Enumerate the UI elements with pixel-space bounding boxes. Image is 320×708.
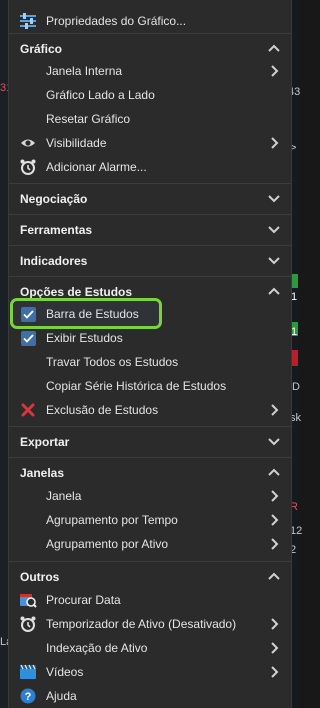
check-icon: [22, 333, 34, 343]
search-date-icon: [19, 591, 37, 609]
red-x-icon: [19, 401, 37, 419]
section-ferramentas[interactable]: Ferramentas: [9, 214, 291, 244]
chevron-right-icon: [271, 514, 279, 526]
menu-item-label: Janela Interna: [46, 64, 123, 78]
menu-item-visibilidade[interactable]: Visibilidade: [9, 131, 291, 155]
checkbox-checked[interactable]: [19, 305, 37, 323]
chevron-up-icon: [268, 468, 280, 476]
menu-item-label: Agrupamento por Ativo: [46, 537, 169, 551]
background-text: D: [292, 381, 300, 393]
chevron-right-icon: [271, 404, 279, 416]
chevron-right-icon: [271, 490, 279, 502]
svg-text:?: ?: [25, 691, 32, 703]
menu-item-label: Exibir Estudos: [46, 331, 123, 345]
menu-item-label: Gráfico Lado a Lado: [46, 88, 155, 102]
chevron-up-icon: [268, 572, 280, 580]
checkbox-checked[interactable]: [19, 329, 37, 347]
menu-item-travar-todos-os-estudos[interactable]: Travar Todos os Estudos: [9, 350, 291, 374]
section-title: Indicadores: [20, 254, 88, 268]
menu-item-label: Agrupamento por Tempo: [46, 513, 178, 527]
menu-item-janela[interactable]: Janela: [9, 484, 291, 508]
section-outros[interactable]: Outros: [9, 561, 291, 591]
chart-context-menu: Propriedades do Gráfico... Gráfico Janel…: [8, 0, 292, 708]
menu-item-janela-interna[interactable]: Janela Interna: [9, 59, 291, 83]
menu-item-barra-de-estudos[interactable]: Barra de Estudos: [9, 302, 291, 326]
alarm-clock-icon: [19, 615, 37, 633]
section-title: Negociação: [20, 192, 88, 206]
menu-item-adicionar-alarme[interactable]: Adicionar Alarme...: [9, 155, 291, 179]
menu-item-indexacao-de-ativo[interactable]: Indexação de Ativo: [9, 636, 291, 660]
menu-item-label: Indexação de Ativo: [46, 641, 148, 655]
menu-item-label: Barra de Estudos: [46, 307, 139, 321]
chevron-down-icon: [268, 195, 280, 203]
chevron-down-icon: [268, 438, 280, 446]
section-title: Gráfico: [20, 42, 63, 56]
chevron-right-icon: [271, 137, 279, 149]
alarm-clock-icon: [19, 158, 37, 176]
menu-item-exclusao-de-estudos[interactable]: Exclusão de Estudos: [9, 398, 291, 422]
check-icon: [22, 309, 34, 319]
menu-item-ajuda[interactable]: ? Ajuda: [9, 684, 291, 708]
menu-item-temporizador-de-ativo[interactable]: Temporizador de Ativo (Desativado): [9, 612, 291, 636]
menu-item-label: Janela: [46, 489, 82, 503]
chevron-down-icon: [268, 226, 280, 234]
sliders-icon: [19, 12, 37, 30]
eye-icon: [19, 134, 37, 152]
menu-item-label: Procurar Data: [46, 593, 121, 607]
chevron-right-icon: [271, 642, 279, 654]
menu-item-label: Resetar Gráfico: [46, 112, 131, 126]
chevron-right-icon: [271, 65, 279, 77]
chevron-up-icon: [268, 44, 280, 52]
chart-properties-item[interactable]: Propriedades do Gráfico...: [9, 9, 291, 33]
section-title: Janelas: [20, 466, 65, 480]
menu-item-videos[interactable]: Vídeos: [9, 660, 291, 684]
menu-item-agrupamento-por-ativo[interactable]: Agrupamento por Ativo: [9, 532, 291, 556]
section-janelas[interactable]: Janelas: [9, 457, 291, 487]
menu-item-grafico-lado-a-lado[interactable]: Gráfico Lado a Lado: [9, 83, 291, 107]
menu-item-label: Copiar Série Histórica de Estudos: [46, 379, 227, 393]
menu-item-agrupamento-por-tempo[interactable]: Agrupamento por Tempo: [9, 508, 291, 532]
section-exportar[interactable]: Exportar: [9, 426, 291, 456]
menu-item-resetar-grafico[interactable]: Resetar Gráfico: [9, 107, 291, 131]
menu-item-exibir-estudos[interactable]: Exibir Estudos: [9, 326, 291, 350]
menu-item-label: Ajuda: [46, 689, 77, 703]
section-title: Exportar: [20, 435, 70, 449]
menu-item-label: Temporizador de Ativo (Desativado): [46, 617, 237, 631]
menu-item-procurar-data[interactable]: Procurar Data: [9, 588, 291, 612]
help-icon: ?: [19, 687, 37, 705]
chevron-right-icon: [271, 666, 279, 678]
section-indicadores[interactable]: Indicadores: [9, 245, 291, 275]
section-negociacao[interactable]: Negociação: [9, 183, 291, 213]
background-red-bar: [292, 350, 298, 366]
menu-item-label: Exclusão de Estudos: [46, 403, 159, 417]
menu-item-copiar-serie-historica[interactable]: Copiar Série Histórica de Estudos: [9, 374, 291, 398]
menu-item-label: Vídeos: [46, 665, 84, 679]
section-title: Ferramentas: [20, 223, 93, 237]
section-title: Outros: [20, 570, 60, 584]
chevron-up-icon: [268, 287, 280, 295]
chevron-right-icon: [271, 618, 279, 630]
chart-properties-label: Propriedades do Gráfico...: [46, 14, 187, 28]
menu-item-label: Adicionar Alarme...: [46, 160, 147, 174]
section-title: Opções de Estudos: [20, 285, 133, 299]
menu-item-label: Visibilidade: [46, 136, 107, 150]
background-green-bar: [292, 274, 298, 288]
menu-item-label: Travar Todos os Estudos: [46, 355, 179, 369]
chevron-down-icon: [268, 257, 280, 265]
video-icon: [19, 663, 37, 681]
chevron-right-icon: [271, 538, 279, 550]
